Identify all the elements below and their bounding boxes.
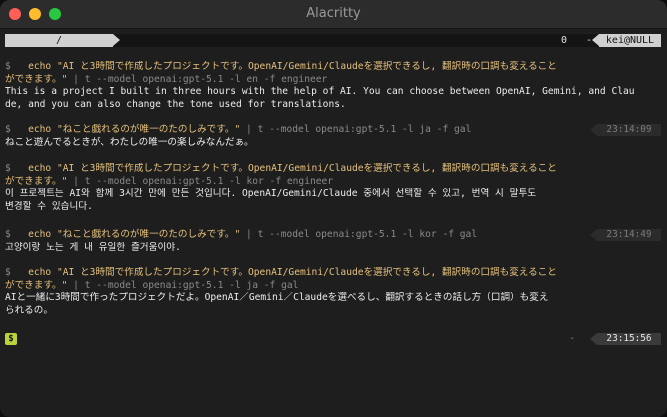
pipe-command: | t --model openai:gpt-5.1 -l en -f engi…: [67, 73, 328, 85]
command-text: echo "ねこと戯れるのが唯一のたのしみです。": [28, 229, 241, 240]
command-text: echo "ねこと戯れるのが唯一のたのしみです。": [28, 124, 241, 135]
terminal-window: Alacritty / 0 - kei@NULL $ echo "AI と3時間…: [0, 0, 667, 417]
output-line: 고양이랑 노는 게 내 유일한 즐거움이야.: [5, 242, 181, 253]
timestamp: 23:14:49: [590, 229, 661, 241]
command-line-cont: ができます。" | t --model openai:gpt-5.1 -l en…: [5, 74, 661, 87]
command-text: echo "AI と3時間で作成したプロジェクトです。OpenAI/Gemini…: [28, 61, 557, 72]
timestamp: 23:14:09: [590, 124, 661, 136]
output-line: de, and you can also change the tone use…: [5, 98, 346, 110]
command-line: $ echo "ねこと戯れるのが唯一のたのしみです。" | t --model …: [5, 229, 661, 242]
user-host: kei@NULL: [592, 34, 661, 47]
output-line: 이 프로젝트는 AI와 함께 3시간 만에 만든 것입니다. OpenAI/Ge…: [5, 188, 537, 199]
command-text: ができます。": [5, 279, 68, 291]
output-line: AIと一緒に3時間で作ったプロジェクトだよ。OpenAI／Gemini／Clau…: [5, 292, 549, 303]
title-bar[interactable]: Alacritty: [0, 0, 667, 29]
active-prompt-symbol: $: [5, 333, 17, 345]
command-text: ができます。": [5, 175, 68, 187]
pipe-command: | t --model openai:gpt-5.1 -l kor -f gal: [240, 229, 478, 240]
output-line: られるの。: [5, 304, 53, 316]
current-path: /: [5, 34, 120, 47]
command-text: ができます。": [5, 73, 68, 85]
current-timestamp: 23:15:56: [590, 333, 661, 345]
output-line: ねこと遊んでるときが、わたしの唯一の楽しみなんだぁ。: [5, 137, 254, 148]
command-line-cont: ができます。" | t --model openai:gpt-5.1 -l ko…: [5, 176, 661, 189]
status-count: 0: [561, 35, 568, 46]
output-line: 변경할 수 있습니다.: [5, 200, 93, 212]
pipe-command: | t --model openai:gpt-5.1 -l kor -f eng…: [67, 175, 334, 187]
active-prompt-line[interactable]: $: [5, 333, 661, 346]
command-line-cont: ができます。" | t --model openai:gpt-5.1 -l ja…: [5, 280, 661, 293]
command-line: $ echo "AI と3時間で作成したプロジェクトです。OpenAI/Gemi…: [5, 61, 661, 74]
command-text: echo "AI と3時間で作成したプロジェクトです。OpenAI/Gemini…: [28, 163, 557, 174]
command-text: echo "AI と3時間で作成したプロジェクトです。OpenAI/Gemini…: [28, 267, 557, 278]
pipe-command: | t --model openai:gpt-5.1 -l ja -f gal: [67, 279, 299, 291]
prompt-dash: -: [569, 333, 575, 344]
pipe-command: | t --model openai:gpt-5.1 -l ja -f gal: [240, 124, 472, 135]
command-line: $ echo "ねこと戯れるのが唯一のたのしみです。" | t --model …: [5, 124, 661, 137]
command-line: $ echo "AI と3時間で作成したプロジェクトです。OpenAI/Gemi…: [5, 267, 661, 280]
command-line: $ echo "AI と3時間で作成したプロジェクトです。OpenAI/Gemi…: [5, 163, 661, 176]
window-title: Alacritty: [306, 6, 361, 21]
output-line: This is a project I built in three hours…: [5, 86, 635, 97]
shell-status-bar: / 0 - kei@NULL: [5, 34, 661, 47]
